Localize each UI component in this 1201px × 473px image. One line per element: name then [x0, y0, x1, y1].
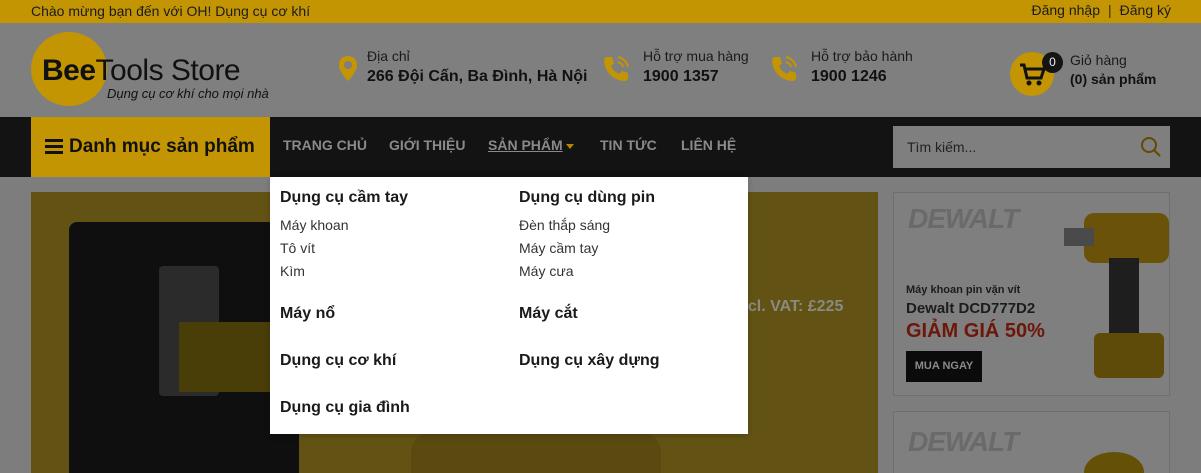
search-icon[interactable]: [1140, 136, 1162, 158]
promo-subtitle: Máy khoan pin vặn vít: [906, 284, 1021, 296]
hamburger-icon: [45, 139, 63, 155]
nav-products[interactable]: SẢN PHẨM: [488, 137, 574, 153]
register-link[interactable]: Đăng ký: [1120, 2, 1171, 18]
menu-item[interactable]: Đèn thắp sáng: [519, 217, 610, 233]
buy-now-button[interactable]: MUA NGAY: [906, 351, 982, 382]
brand-logo: DEWALT: [908, 203, 1019, 234]
menu-group-title[interactable]: Máy nổ: [280, 305, 335, 323]
auth-links: Đăng nhập | Đăng ký: [1031, 2, 1171, 18]
warranty-phone[interactable]: 1900 1246: [811, 68, 887, 86]
toolbox-image: [69, 222, 299, 473]
address-value: 266 Đội Cấn, Ba Đình, Hà Nội: [367, 68, 588, 85]
login-link[interactable]: Đăng nhập: [1031, 2, 1100, 18]
chevron-down-icon: [565, 143, 574, 149]
search-box: [893, 126, 1170, 168]
cart-widget[interactable]: 0 Giỏ hàng (0) sản phẩm: [1010, 52, 1170, 96]
cart-items: (0) sản phẩm: [1070, 71, 1157, 87]
menu-group-title[interactable]: Dụng cụ xây dựng: [519, 352, 659, 370]
menu-item[interactable]: Tô vít: [280, 240, 315, 256]
menu-group-title[interactable]: Dụng cụ dùng pin: [519, 189, 655, 207]
side-promo-banner-2[interactable]: DEWALT: [893, 411, 1170, 473]
drill-product-image: [1064, 213, 1169, 378]
address-label: Địa chỉ: [367, 48, 410, 64]
cart-count-badge: 0: [1042, 52, 1063, 73]
menu-group-title[interactable]: Máy cắt: [519, 305, 578, 323]
category-menu-button[interactable]: Danh mục sản phẩm: [31, 117, 270, 177]
sales-phone[interactable]: 1900 1357: [643, 68, 719, 86]
phone-icon: [604, 56, 629, 81]
promo-discount: GIẢM GIÁ 50%: [906, 320, 1045, 342]
promo-product: Dewalt DCD777D2: [906, 300, 1036, 317]
welcome-text: Chào mừng bạn đến với OH! Dụng cụ cơ khí: [31, 3, 311, 19]
cart-label: Giỏ hàng: [1070, 52, 1127, 68]
phone-icon: [772, 56, 797, 81]
menu-item[interactable]: Máy cưa: [519, 263, 574, 279]
products-mega-menu: Dụng cụ cầm tay Máy khoan Tô vít Kìm Dụn…: [270, 177, 748, 434]
menu-group-title[interactable]: Dụng cụ cầm tay: [280, 189, 408, 207]
side-promo-banner[interactable]: DEWALT Máy khoan pin vặn vít Dewalt DCD7…: [893, 192, 1170, 396]
drill-image: [411, 432, 661, 473]
map-pin-icon: [339, 56, 357, 81]
nav-news[interactable]: TIN TỨC: [600, 137, 657, 153]
logo-rest: Tools Store: [95, 54, 241, 87]
nav-home[interactable]: TRANG CHỦ: [283, 137, 367, 153]
nav-about[interactable]: GIỚI THIỆU: [389, 137, 466, 153]
logo[interactable]: BeeTools Store: [42, 54, 241, 88]
top-bar: Chào mừng bạn đến với OH! Dụng cụ cơ khí…: [0, 0, 1201, 23]
warranty-label: Hỗ trợ bảo hành: [811, 48, 913, 64]
logo-bold: Bee: [42, 54, 96, 87]
auth-separator: |: [1108, 2, 1112, 18]
menu-item[interactable]: Kìm: [280, 263, 305, 279]
sales-label: Hỗ trợ mua hàng: [643, 48, 749, 64]
search-input[interactable]: [893, 126, 1133, 168]
product-image-2: [1084, 452, 1144, 473]
brand-logo-2: DEWALT: [908, 426, 1019, 457]
nav-products-label: SẢN PHẨM: [488, 137, 563, 153]
menu-item[interactable]: Máy cầm tay: [519, 240, 598, 256]
nav-contact[interactable]: LIÊN HỆ: [681, 137, 736, 153]
menu-item[interactable]: Máy khoan: [280, 217, 348, 233]
menu-group-title[interactable]: Dụng cụ cơ khí: [280, 352, 396, 370]
category-menu-label: Danh mục sản phẩm: [69, 136, 255, 157]
logo-tagline: Dụng cụ cơ khí cho mọi nhà: [107, 86, 269, 101]
banner-price: xcl. VAT: £225: [739, 298, 844, 315]
menu-group-title[interactable]: Dụng cụ gia đình: [280, 399, 410, 417]
